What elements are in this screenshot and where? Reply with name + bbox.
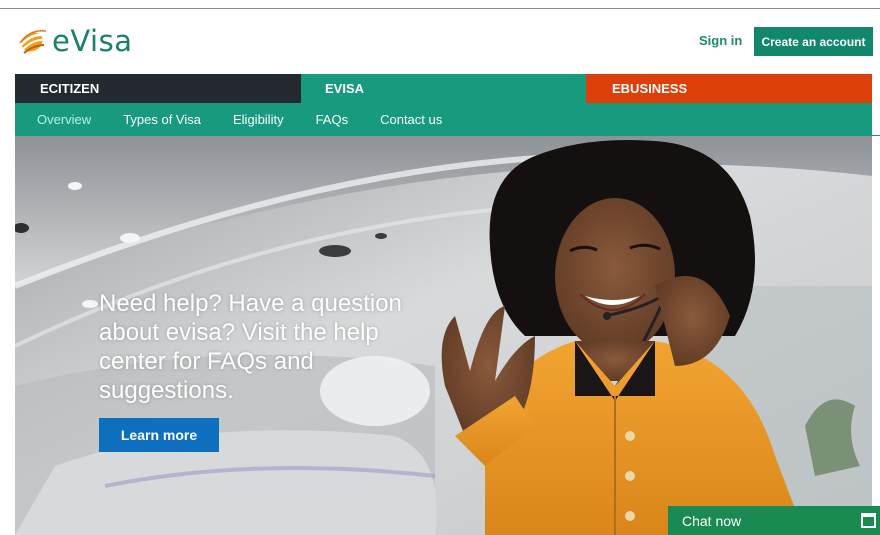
portal-tabs: ECITIZEN EVISA EBUSINESS bbox=[15, 74, 872, 103]
nav-eligibility[interactable]: Eligibility bbox=[233, 112, 284, 127]
hero-headline: Need help? Have a question about evisa? … bbox=[99, 290, 402, 404]
tab-ebusiness[interactable]: EBUSINESS bbox=[586, 74, 872, 103]
create-account-button[interactable]: Create an account bbox=[754, 27, 873, 56]
chat-now-widget[interactable]: Chat now bbox=[668, 506, 880, 535]
chat-now-label: Chat now bbox=[682, 512, 742, 529]
logo-text: eVisa bbox=[52, 24, 133, 58]
chat-window-icon[interactable] bbox=[861, 513, 876, 528]
page: eVisa Sign in Create an account ECITIZEN… bbox=[0, 0, 880, 535]
hero-banner: Need help? Have a question about evisa? … bbox=[15, 136, 872, 535]
sign-in-link[interactable]: Sign in bbox=[699, 33, 742, 48]
learn-more-button[interactable]: Learn more bbox=[99, 418, 219, 452]
logo-swirl-icon bbox=[19, 30, 47, 54]
evisa-logo[interactable]: eVisa bbox=[18, 26, 132, 56]
top-divider bbox=[0, 8, 880, 9]
nav-contact-us[interactable]: Contact us bbox=[380, 112, 442, 127]
sub-navigation: Overview Types of Visa Eligibility FAQs … bbox=[15, 103, 872, 136]
nav-overview[interactable]: Overview bbox=[37, 112, 91, 127]
nav-faqs[interactable]: FAQs bbox=[316, 112, 349, 127]
tab-ecitizen[interactable]: ECITIZEN bbox=[15, 74, 301, 103]
sub-nav-divider bbox=[872, 135, 880, 136]
nav-types-of-visa[interactable]: Types of Visa bbox=[123, 112, 201, 127]
tab-evisa[interactable]: EVISA bbox=[301, 74, 586, 103]
